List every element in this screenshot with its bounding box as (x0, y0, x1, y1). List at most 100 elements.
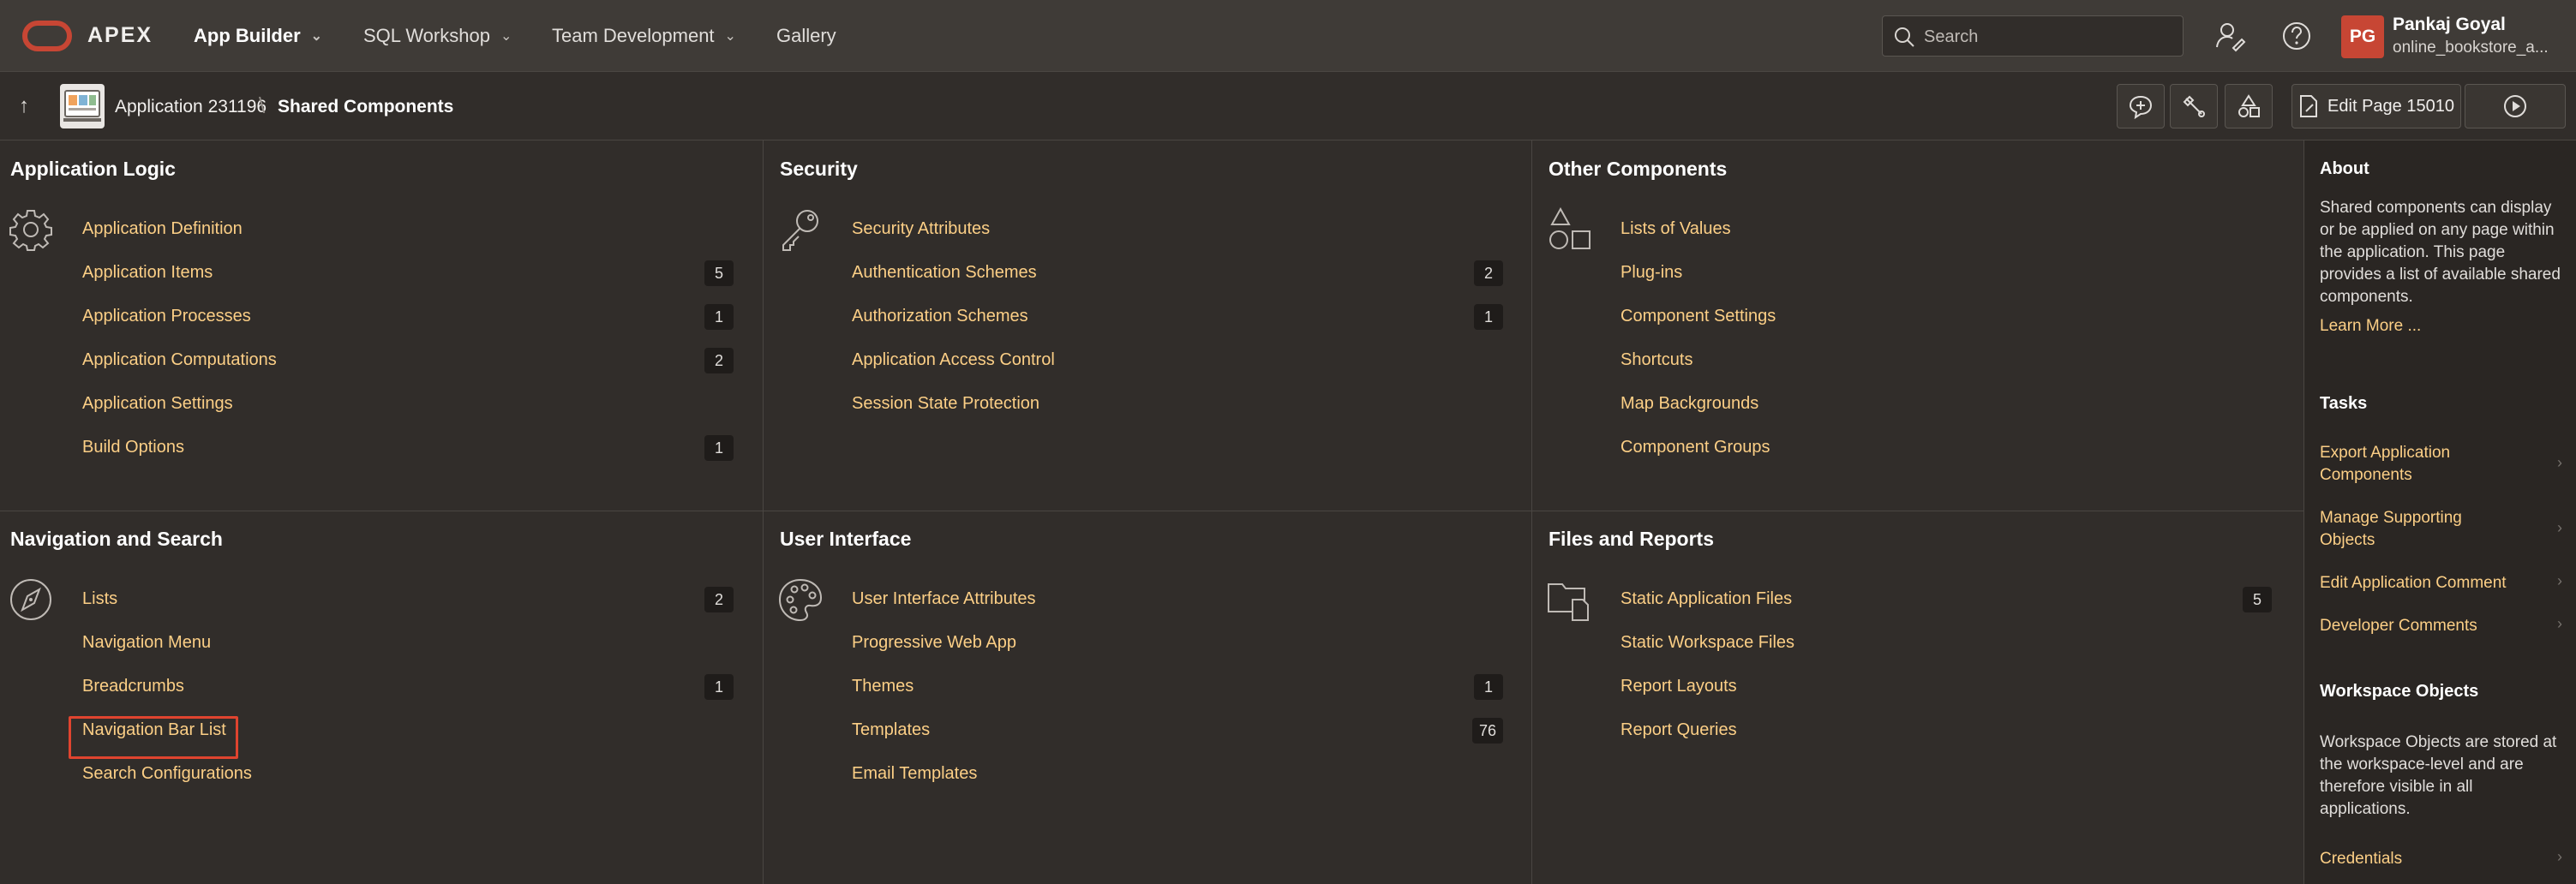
item-label[interactable]: Lists (82, 589, 117, 609)
task-label[interactable]: Edit Application Comment (2320, 572, 2534, 594)
user-name[interactable]: Pankaj Goyal (2393, 15, 2506, 35)
item-label[interactable]: Application Computations (82, 350, 277, 370)
list-item[interactable]: Application Settings (82, 382, 734, 426)
list-item[interactable]: Breadcrumbs 1 (82, 665, 734, 708)
list-item[interactable]: Security Attributes (852, 207, 1503, 251)
item-label[interactable]: Email Templates (852, 764, 977, 784)
brand-name[interactable]: APEX (87, 23, 153, 48)
item-label[interactable]: Application Access Control (852, 350, 1055, 370)
page-title: Shared Components (278, 97, 454, 116)
list-item[interactable]: Static Workspace Files (1620, 621, 2272, 665)
item-label[interactable]: Templates (852, 720, 930, 740)
list-item[interactable]: Navigation Menu (82, 621, 734, 665)
list-item[interactable]: Application Definition (82, 207, 734, 251)
list-item[interactable]: Templates 76 (852, 708, 1503, 752)
workspace-name[interactable]: online_bookstore_a... (2393, 39, 2549, 57)
list-item[interactable]: Map Backgrounds (1620, 382, 2272, 426)
list-item[interactable]: Static Application Files 5 (1620, 577, 2272, 621)
user-settings-icon[interactable] (2213, 19, 2247, 53)
list-item[interactable]: Lists 2 (82, 577, 734, 621)
arrow-up-icon[interactable]: ↑ (19, 94, 29, 118)
utilities-button[interactable] (2170, 84, 2218, 128)
gear-icon (9, 210, 52, 251)
item-label[interactable]: Application Definition (82, 219, 243, 239)
item-label[interactable]: Authorization Schemes (852, 307, 1028, 326)
list-item[interactable]: Authorization Schemes 1 (852, 295, 1503, 338)
item-label[interactable]: Security Attributes (852, 219, 990, 239)
list-item[interactable]: Themes 1 (852, 665, 1503, 708)
region-title: Security (780, 158, 858, 180)
item-label[interactable]: Application Processes (82, 307, 251, 326)
help-icon[interactable] (2279, 19, 2314, 53)
search-placeholder: Search (1924, 27, 1979, 46)
list-item[interactable]: Application Items 5 (82, 251, 734, 295)
avatar[interactable]: PG (2341, 15, 2384, 58)
region-title: Files and Reports (1549, 528, 1714, 550)
count-badge: 1 (704, 304, 734, 330)
item-label[interactable]: Plug-ins (1620, 263, 1682, 283)
learn-more-link[interactable]: Learn More ... (2320, 315, 2534, 337)
list-item[interactable]: User Interface Attributes (852, 577, 1503, 621)
nav-gallery[interactable]: Gallery (776, 0, 836, 72)
task-label[interactable]: Developer Comments (2320, 615, 2534, 637)
item-label[interactable]: Search Configurations (82, 764, 252, 784)
oracle-logo-icon[interactable] (22, 21, 72, 51)
item-label[interactable]: Breadcrumbs (82, 677, 184, 696)
item-label[interactable]: Application Settings (82, 394, 233, 414)
task-label[interactable]: Manage Supporting Objects (2320, 507, 2508, 552)
edit-page-button[interactable]: Edit Page 15010 (2291, 84, 2461, 128)
region-title: Application Logic (10, 158, 176, 180)
list-item[interactable]: Report Layouts (1620, 665, 2272, 708)
list-item[interactable]: Component Groups (1620, 426, 2272, 469)
list-item[interactable]: Application Access Control (852, 338, 1503, 382)
item-label[interactable]: Progressive Web App (852, 633, 1016, 653)
count-badge: 2 (704, 587, 734, 612)
list-item[interactable]: Plug-ins (1620, 251, 2272, 295)
item-label[interactable]: Map Backgrounds (1620, 394, 1758, 414)
chevron-right-icon: › (2557, 572, 2562, 589)
item-label[interactable]: Navigation Menu (82, 633, 211, 653)
search-input[interactable]: Search (1882, 15, 2184, 57)
item-label[interactable]: Report Layouts (1620, 677, 1737, 696)
list-item[interactable]: Progressive Web App (852, 621, 1503, 665)
nav-team-development[interactable]: Team Development ⌄ (552, 0, 736, 72)
application-icon[interactable] (60, 84, 105, 128)
list-item[interactable]: Shortcuts (1620, 338, 2272, 382)
list-item[interactable]: Application Computations 2 (82, 338, 734, 382)
chevron-down-icon: ⌄ (500, 29, 512, 44)
credentials-link[interactable]: Credentials (2320, 848, 2534, 870)
add-comment-button[interactable] (2117, 84, 2165, 128)
shared-components-button[interactable] (2225, 84, 2273, 128)
nav-label: Gallery (776, 25, 836, 46)
region-list: Lists 2 Navigation Menu Breadcrumbs 1 Navi… (82, 577, 734, 796)
list-item[interactable]: Report Queries (1620, 708, 2272, 752)
item-label[interactable]: Shortcuts (1620, 350, 1692, 370)
list-item[interactable]: Session State Protection (852, 382, 1503, 426)
item-label[interactable]: Static Workspace Files (1620, 633, 1794, 653)
task-label[interactable]: Export Application Components (2320, 442, 2508, 487)
item-label[interactable]: Application Items (82, 263, 213, 283)
files-icon (1548, 583, 1589, 621)
list-item[interactable]: Build Options 1 (82, 426, 734, 469)
item-label[interactable]: Lists of Values (1620, 219, 1731, 239)
list-item[interactable]: Authentication Schemes 2 (852, 251, 1503, 295)
list-item[interactable]: Lists of Values (1620, 207, 2272, 251)
item-label[interactable]: Authentication Schemes (852, 263, 1037, 283)
nav-app-builder[interactable]: App Builder ⌄ (194, 0, 322, 72)
item-label[interactable]: Component Groups (1620, 438, 1770, 457)
item-label[interactable]: Report Queries (1620, 720, 1737, 740)
list-item[interactable]: Component Settings (1620, 295, 2272, 338)
run-page-button[interactable] (2465, 84, 2566, 128)
item-label[interactable]: Component Settings (1620, 307, 1776, 326)
about-text: Shared components can display or be appl… (2320, 199, 2561, 306)
nav-sql-workshop[interactable]: SQL Workshop ⌄ (363, 0, 512, 72)
item-label[interactable]: Themes (852, 677, 914, 696)
list-item[interactable]: Email Templates (852, 752, 1503, 796)
item-label[interactable]: Session State Protection (852, 394, 1039, 414)
breadcrumb-application[interactable]: Application 231196 (115, 97, 267, 117)
list-item[interactable]: Application Processes 1 (82, 295, 734, 338)
breadcrumb-bar: ↑ Application 231196 \ Shared Components (0, 72, 2576, 140)
item-label[interactable]: Static Application Files (1620, 589, 1792, 609)
item-label[interactable]: Build Options (82, 438, 184, 457)
item-label[interactable]: User Interface Attributes (852, 589, 1036, 609)
